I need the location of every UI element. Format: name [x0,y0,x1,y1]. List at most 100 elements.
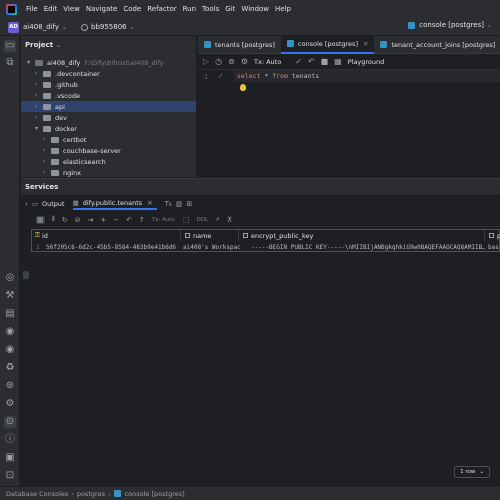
table-view-icon[interactable]: ▦ [36,215,45,224]
menu-edit[interactable]: Edit [41,5,61,13]
close-icon[interactable]: ✕ [363,40,368,48]
menu-view[interactable]: View [60,5,83,13]
tree-item-docker[interactable]: ▾ docker [35,123,196,134]
breadcrumb-console[interactable]: console [postgres] [125,490,185,498]
menu-refactor[interactable]: Refactor [144,5,179,13]
ai-assistant-icon[interactable]: ◉ [4,326,16,338]
breadcrumb-postgres[interactable]: postgres [77,490,105,498]
revert-icon[interactable]: ↶ [126,216,132,224]
tree-item-github[interactable]: › .github [35,79,196,90]
cancel-icon[interactable]: ■ [321,57,329,66]
expand-arrow-icon[interactable]: ▾ [27,59,35,66]
execute-icon[interactable]: ▷ [203,57,209,66]
services-tool-icon[interactable]: ⊛ [4,380,16,392]
todo-tool-icon[interactable]: ⊡ [4,470,16,482]
tree-item-couchbase-server[interactable]: › couchbase-server [43,145,196,156]
column-header-plan[interactable]: p [486,230,500,241]
playground-dropdown[interactable]: Playground [348,58,385,66]
tx-mode-dropdown[interactable]: Tx: Auto [254,58,281,66]
menu-window[interactable]: Window [238,5,272,13]
add-row-icon[interactable]: + [100,216,106,224]
expand-arrow-icon[interactable]: › [43,136,51,143]
expand-arrow-icon[interactable]: ▾ [35,125,43,132]
ddl-button[interactable]: DDL [196,217,208,223]
ai-chat-icon[interactable]: ◉ [4,344,16,356]
menu-navigate[interactable]: Navigate [83,5,120,13]
cancel-icon[interactable]: ⊘ [75,216,81,224]
tree-item-vscode[interactable]: › .vscode [35,90,196,101]
tree-item-api[interactable]: › api [21,101,196,112]
expand-arrow-icon[interactable]: › [43,169,51,176]
export-icon[interactable]: ⇥ [87,216,93,224]
project-badge[interactable]: AD [8,21,19,33]
expand-arrow-icon[interactable]: › [25,200,28,208]
expand-arrow-icon[interactable]: › [35,114,43,121]
tree-item-elasticsearch[interactable]: › elasticsearch [43,156,196,167]
project-tool-icon[interactable]: ▭ [4,40,16,52]
git-tool-icon[interactable]: ⚙ [4,398,16,410]
expand-arrow-icon[interactable]: › [43,158,51,165]
commit-icon[interactable]: ✓ [295,57,302,66]
run-config-selector[interactable]: console [postgres] ⌄ [408,21,492,29]
settings-icon[interactable]: ⚙ [241,57,248,66]
cell-encrypt-public-key[interactable]: -----BEGIN PUBLIC KEY-----\nMIIBIjANBgkq… [251,242,485,252]
transpose-icon[interactable]: T₆ [165,200,172,208]
database-tool-icon[interactable]: ◎ [4,272,16,284]
menu-run[interactable]: Run [180,5,199,13]
project-name[interactable]: ai408_dify [23,23,59,31]
collapse-handle[interactable] [23,271,29,279]
cell-name[interactable]: ai408's Workspace [183,242,240,252]
cell-plan[interactable]: bas [488,242,500,252]
layout-icon[interactable]: ▦ [334,57,342,66]
tx-mode-dropdown[interactable]: Tx: Auto [152,217,175,223]
problems-tool-icon[interactable]: ⓘ [4,434,16,446]
submit-icon[interactable]: ↑ [139,216,145,224]
layout-icon[interactable]: ▥ [176,200,183,208]
tree-item-root[interactable]: ▾ ai408_dify F:\Dify\Bifrost\ai408_dify [27,57,196,68]
tab-output[interactable]: ▭ Output [32,200,65,208]
expand-arrow-icon[interactable]: › [35,92,43,99]
tree-item-dev[interactable]: › dev [35,112,196,123]
stop-icon[interactable]: ⬚ [183,216,190,224]
run-tool-icon[interactable]: ⊙ [4,416,16,428]
column-header-name[interactable]: name [182,230,239,241]
lightbulb-icon[interactable] [240,84,246,91]
row-count-indicator[interactable]: 1 row ⌄ [454,466,490,478]
history-icon[interactable]: ◷ [215,57,222,66]
menu-tools[interactable]: Tools [199,5,222,13]
chevron-down-icon[interactable]: ⌄ [62,24,67,31]
cell-id[interactable]: 56f205c6-6d2c-45b5-8584-483b9e41b6d6 [46,242,181,252]
rollback-icon[interactable]: ↶ [308,57,315,66]
expand-arrow-icon[interactable]: › [43,147,51,154]
expand-arrow-icon[interactable]: › [35,70,43,77]
breadcrumb-database-consoles[interactable]: Database Consoles [6,490,68,498]
pin-icon[interactable]: ⊞ [186,200,192,208]
python-packages-icon[interactable]: ♻ [4,362,16,374]
tree-item-devcontainer[interactable]: › .devcontainer [35,68,196,79]
app-logo-icon[interactable] [6,3,17,15]
search-icon[interactable]: ⌕ [216,215,220,224]
tab-dify-public-tenants[interactable]: ▦ dify.public.tenants ✕ [72,199,157,210]
branch-widget[interactable]: bb955806 ⌄ [81,23,135,31]
tab-tenant-account-joins[interactable]: tenant_account_joins [postgres] [374,36,500,54]
structure-tool-icon[interactable]: ⧉ [4,57,16,69]
stop-icon[interactable]: ⊚ [228,57,235,66]
refresh-icon[interactable]: ↻ [62,216,68,224]
sql-statement[interactable]: select * from tenants [237,72,319,80]
docs-tool-icon[interactable]: ▤ [4,308,16,320]
tree-item-certbot[interactable]: › certbot [43,134,196,145]
build-tool-icon[interactable]: ⚒ [4,290,16,302]
expand-arrow-icon[interactable]: › [35,81,43,88]
menu-git[interactable]: Git [222,5,238,13]
close-icon[interactable]: ✕ [147,199,152,207]
expand-arrow-icon[interactable]: › [35,103,43,110]
menu-code[interactable]: Code [120,5,144,13]
delete-row-icon[interactable]: − [113,216,119,224]
columns-icon[interactable]: ⦀ [52,215,55,224]
tab-tenants[interactable]: tenants [postgres] [198,36,281,54]
pin-icon[interactable]: ⊼ [227,216,232,224]
menu-help[interactable]: Help [272,5,294,13]
terminal-tool-icon[interactable]: ▣ [4,452,16,464]
column-header-encrypt-public-key[interactable]: encrypt_public_key [240,230,485,241]
tree-item-nginx[interactable]: › nginx [43,167,196,178]
